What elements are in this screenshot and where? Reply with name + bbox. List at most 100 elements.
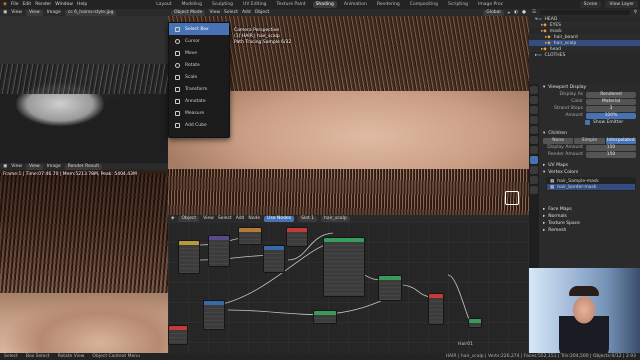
node-texture-coordinate[interactable] [178,240,200,274]
tab-modeling[interactable]: Modeling [179,1,205,8]
tab-animation[interactable]: Animation [341,1,370,8]
tool-measure[interactable]: Measure [169,107,229,119]
select-box-icon [175,26,180,32]
menu-view[interactable]: View [209,10,220,15]
node-color-ramp[interactable] [263,245,285,273]
render-result-field[interactable]: Render Result [64,163,103,170]
menu-help[interactable]: Help [77,2,87,7]
outliner-row-clothes[interactable]: ▸▭ CLOTHES [529,52,640,58]
children-mode-interpolated[interactable]: Interpolated [605,137,636,144]
menu-view[interactable]: View [11,164,22,169]
node-reroute[interactable] [468,318,482,328]
data-tab-icon[interactable] [530,176,538,184]
node-image-texture[interactable] [238,227,262,245]
rotate-icon [175,62,180,68]
menu-image[interactable]: Image [47,10,61,15]
menu-edit[interactable]: Edit [22,2,31,7]
tool-scale[interactable]: Scale [169,71,229,83]
material-tab-icon[interactable] [530,186,538,194]
section-normals[interactable]: ▸ Normals [540,213,640,220]
node-principled-hair[interactable] [323,237,365,297]
tab-layout[interactable]: Layout [153,1,174,8]
menu-view[interactable]: View [11,10,22,15]
section-remesh[interactable]: ▸ Remesh [540,227,640,234]
view-mode-select[interactable]: View [25,163,43,170]
show-emitter-checkbox[interactable] [585,120,590,125]
scene-tab-icon[interactable] [530,116,538,124]
render-amount-field[interactable]: 150 [586,151,636,158]
world-tab-icon[interactable] [530,126,538,134]
tool-move[interactable]: Move [169,47,229,59]
tab-uv-editing[interactable]: UV Editing [240,1,269,8]
outliner-search-input[interactable] [540,10,630,15]
tool-annotate[interactable]: Annotate [169,95,229,107]
snap-icon[interactable]: ⌖ [508,10,511,16]
node-math[interactable] [286,227,308,247]
menu-image[interactable]: Image [47,164,61,169]
scene-selector[interactable]: Scene [579,1,602,8]
menu-add[interactable]: Add [242,10,251,15]
object-tab-icon[interactable] [530,136,538,144]
output-tab-icon[interactable] [530,106,538,114]
tool-cursor[interactable]: Cursor [169,35,229,47]
view-mode-select[interactable]: View [25,9,43,16]
menu-select[interactable]: Select [224,10,238,15]
tool-add-cube[interactable]: Add Cube [169,119,229,131]
node-attribute[interactable] [168,325,188,345]
tab-compositing[interactable]: Compositing [407,1,441,8]
amount-slider[interactable]: 100% [586,112,636,119]
view-layer-selector[interactable]: View Layer [605,1,638,8]
orientation-select[interactable]: Global [483,9,504,16]
tab-image-proc[interactable]: Image Proc [475,1,506,8]
section-texture-space[interactable]: ▸ Texture Space [540,220,640,227]
section-uv-maps[interactable]: ▸ UV Maps [540,162,640,169]
tab-scripting[interactable]: Scripting [445,1,471,8]
node-material-output[interactable] [428,293,444,325]
shading-icon[interactable]: ● [522,10,526,15]
menu-render[interactable]: Render [35,2,51,7]
tab-sculpting[interactable]: Sculpting [209,1,236,8]
tool-rotate[interactable]: Rotate [169,59,229,71]
display-as-select[interactable]: Rendered [586,91,636,98]
strand-steps-field[interactable]: 3 [586,105,636,112]
particles-tab-icon[interactable] [530,156,538,164]
camera-view-icon[interactable] [505,191,519,205]
tool-select-box[interactable]: Select Box [169,23,229,35]
children-mode-toggle: None Simple Interpolated [543,137,636,144]
tab-texture-paint[interactable]: Texture Paint [274,1,309,8]
section-face-maps[interactable]: ▸ Face Maps [540,206,640,213]
section-viewport-display[interactable]: ▾ Viewport Display [540,84,640,91]
shader-node-editor[interactable]: ◈ Object View Select Add Node Use Nodes … [168,215,529,353]
overlay-icon[interactable]: ◐ [514,10,518,15]
tab-rendering[interactable]: Rendering [374,1,403,8]
node-vertex-color[interactable] [203,300,225,330]
editor-type-icon[interactable]: ▣ [3,10,7,15]
tool-tab-icon[interactable] [530,86,538,94]
modifier-tab-icon[interactable] [530,146,538,154]
blender-logo-icon[interactable]: ◉ [3,2,7,7]
physics-tab-icon[interactable] [530,166,538,174]
section-vertex-colors[interactable]: ▾ Vertex Colors [540,169,640,176]
display-amount-field[interactable]: 150 [586,144,636,151]
node-mapping[interactable] [208,235,230,267]
object-mode-select[interactable]: Object Mode [171,9,206,16]
image-name-field[interactable]: cc 6_hairss-style.jpg [64,9,117,16]
outliner-icon[interactable]: ☰ [532,10,536,15]
node-mix-shader[interactable] [378,275,402,301]
menu-file[interactable]: File [11,2,19,7]
status-context-menu: Object Context Menu [92,354,140,359]
render-tab-icon[interactable] [530,96,538,104]
menu-object[interactable]: Object [255,10,270,15]
color-select[interactable]: Material [586,98,636,105]
scale-icon [175,74,180,80]
vertex-color-item[interactable]: ▦ hair_border-mask [547,184,635,190]
editor-type-icon[interactable]: ▣ [3,164,7,169]
filter-icon[interactable]: ⚲ [634,10,637,15]
section-children[interactable]: ▾ Children [540,130,640,137]
node-output[interactable] [313,310,337,324]
tab-shading[interactable]: Shading [312,1,337,8]
tool-transform[interactable]: Transform [169,83,229,95]
children-mode-simple[interactable]: Simple [574,137,605,144]
children-mode-none[interactable]: None [543,137,574,144]
menu-window[interactable]: Window [55,2,73,7]
